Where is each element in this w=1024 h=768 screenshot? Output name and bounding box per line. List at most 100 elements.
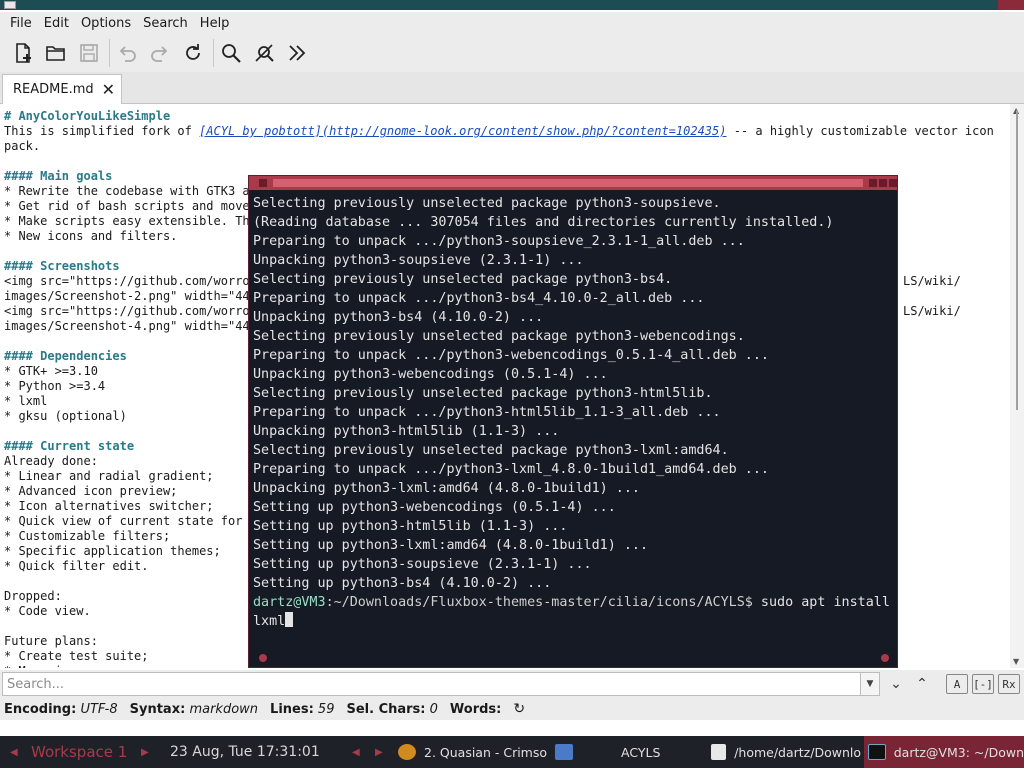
- task-acyls[interactable]: ACYLS: [555, 736, 705, 768]
- reload-button[interactable]: [176, 36, 209, 70]
- resize-grip-right[interactable]: [881, 654, 889, 662]
- terminal-line: Setting up python3-webencodings (0.5.1-4…: [253, 500, 616, 515]
- task-quasian[interactable]: 2. Quasian - Crimso: [398, 736, 548, 768]
- terminal-line: Unpacking python3-lxml:amd64 (4.8.0-1bui…: [253, 481, 640, 496]
- find-replace-icon: [254, 44, 274, 62]
- terminal-line: Selecting previously unselected package …: [253, 443, 729, 458]
- tab-label: README.md: [13, 82, 94, 97]
- find-next-icon[interactable]: ⌄: [886, 672, 906, 696]
- terminal-line: Preparing to unpack .../python3-lxml_4.8…: [253, 462, 769, 477]
- search-input[interactable]: [2, 672, 862, 696]
- terminal-line: Selecting previously unselected package …: [253, 196, 721, 211]
- search-icon: [221, 44, 241, 63]
- menu-options[interactable]: Options: [75, 16, 137, 31]
- close-icon[interactable]: ✕: [102, 80, 115, 99]
- more-button[interactable]: [280, 36, 313, 70]
- redo-icon: [150, 46, 167, 62]
- terminal-line: Unpacking python3-html5lib (1.1-3) ...: [253, 424, 560, 439]
- maximize-icon[interactable]: [879, 179, 887, 187]
- toolbar: [0, 34, 1024, 72]
- editor-line: pack.: [4, 139, 41, 153]
- menu-search[interactable]: Search: [137, 16, 194, 31]
- terminal-menu-icon[interactable]: [259, 179, 267, 187]
- editor-line: This is simplified fork of [ACYL by pobt…: [4, 124, 1010, 139]
- match-case-icon[interactable]: A: [946, 674, 968, 694]
- undo-button[interactable]: [110, 36, 143, 70]
- open-folder-icon: [45, 46, 65, 61]
- typed-command-cont: lxml: [253, 614, 286, 629]
- find-replace-button[interactable]: [247, 36, 280, 70]
- terminal-line: Preparing to unpack .../python3-html5lib…: [253, 405, 721, 420]
- task-terminal[interactable]: dartz@VM3: ~/Down: [864, 736, 1024, 768]
- syntax-status[interactable]: Syntax: markdown: [130, 702, 258, 717]
- reload-icon: [185, 44, 200, 60]
- window-menu-icon[interactable]: [4, 1, 16, 9]
- taskbar: ◀ Workspace 1 ▶ 23 Aug, Tue 17:31:01 ◀ ▶…: [0, 736, 1024, 768]
- minimize-icon[interactable]: [869, 179, 877, 187]
- regex-icon[interactable]: Rx: [998, 674, 1020, 694]
- new-file-button[interactable]: [6, 36, 39, 70]
- redo-button[interactable]: [143, 36, 176, 70]
- terminal-prompt-line: dartz@VM3:~/Downloads/Fluxbox-themes-mas…: [253, 593, 893, 612]
- terminal-line: Setting up python3-bs4 (4.10.0-2) ...: [253, 576, 552, 591]
- line-head: This is simplified fork of: [4, 124, 200, 138]
- sel-chars-status: Sel. Chars: 0: [346, 701, 438, 717]
- new-file-icon: [15, 43, 31, 63]
- terminal-icon: [868, 744, 886, 760]
- vertical-scrollbar[interactable]: ▲ ▼: [1010, 104, 1024, 668]
- lines-status: Lines: 59: [270, 701, 335, 717]
- markdown-link[interactable]: [ACYL by pobtott](http://gnome-look.org/…: [199, 124, 726, 138]
- menubar: File Edit Options Search Help: [0, 12, 1024, 34]
- next-workspace-icon[interactable]: ▶: [141, 736, 149, 768]
- editor-line: # AnyColorYouLikeSimple: [4, 109, 171, 123]
- save-button[interactable]: [72, 36, 105, 70]
- next-window-icon[interactable]: ▶: [375, 736, 383, 768]
- find-button[interactable]: [214, 36, 247, 70]
- status-bar: Encoding: UTF-8 Syntax: markdown Lines: …: [0, 698, 1024, 720]
- terminal-line: Setting up python3-soupsieve (2.3.1-1) .…: [253, 557, 592, 572]
- close-icon[interactable]: [889, 179, 897, 187]
- menu-help[interactable]: Help: [194, 16, 236, 31]
- line-text: <img src="https://github.com/worro: [4, 274, 250, 288]
- menu-edit[interactable]: Edit: [38, 16, 75, 31]
- terminal-line: Setting up python3-lxml:amd64 (4.8.0-1bu…: [253, 538, 649, 553]
- line-text: <img src="https://github.com/worro: [4, 304, 250, 318]
- terminal-output[interactable]: Selecting previously unselected package …: [253, 194, 893, 634]
- tab-readme[interactable]: README.md ✕: [2, 74, 122, 104]
- folder-icon: [555, 744, 573, 760]
- open-file-button[interactable]: [39, 36, 72, 70]
- resize-grip-left[interactable]: [259, 654, 267, 662]
- scroll-down-icon[interactable]: ▼: [1013, 657, 1019, 666]
- menu-file[interactable]: File: [4, 16, 38, 31]
- clock: 23 Aug, Tue 17:31:01: [170, 744, 320, 760]
- prev-workspace-icon[interactable]: ◀: [10, 736, 18, 768]
- task-editor[interactable]: /home/dartz/Downlo: [711, 736, 861, 768]
- prompt-path: :~/Downloads/Fluxbox-themes-master/cilia…: [325, 595, 753, 610]
- terminal-line: Unpacking python3-bs4 (4.10.0-2) ...: [253, 310, 544, 325]
- find-previous-icon[interactable]: ⌃: [912, 672, 932, 696]
- workspace-name[interactable]: Workspace 1: [31, 736, 127, 768]
- terminal-line: Setting up python3-html5lib (1.1-3) ...: [253, 519, 568, 534]
- undo-icon: [119, 46, 136, 62]
- scroll-thumb[interactable]: [1016, 110, 1018, 410]
- prev-window-icon[interactable]: ◀: [352, 736, 360, 768]
- terminal-command-continuation: lxml: [253, 612, 893, 631]
- more-chevrons-icon: [288, 45, 305, 61]
- save-icon: [79, 44, 98, 62]
- terminal-title-strip: [273, 179, 863, 187]
- terminal-line: Preparing to unpack .../python3-soupsiev…: [253, 234, 745, 249]
- terminal-window[interactable]: Selecting previously unselected package …: [248, 175, 898, 668]
- search-history-dropdown[interactable]: ▼: [860, 672, 880, 696]
- terminal-line: Selecting previously unselected package …: [253, 386, 713, 401]
- refresh-words-icon[interactable]: ↻: [513, 701, 525, 717]
- line-right-fragment: LS/wiki/: [903, 274, 961, 288]
- words-status: Words:: [449, 701, 502, 717]
- window-corner: [998, 0, 1024, 10]
- typed-command: sudo apt install: [752, 595, 890, 610]
- search-bar: ▼ ⌄ ⌃ A [-] Rx: [0, 670, 1024, 698]
- terminal-line: Unpacking python3-webencodings (0.5.1-4)…: [253, 367, 608, 382]
- tab-bar: README.md ✕: [0, 72, 1024, 104]
- terminal-titlebar[interactable]: [249, 176, 897, 190]
- whole-word-icon[interactable]: [-]: [972, 674, 994, 694]
- terminal-line: Preparing to unpack .../python3-webencod…: [253, 348, 769, 363]
